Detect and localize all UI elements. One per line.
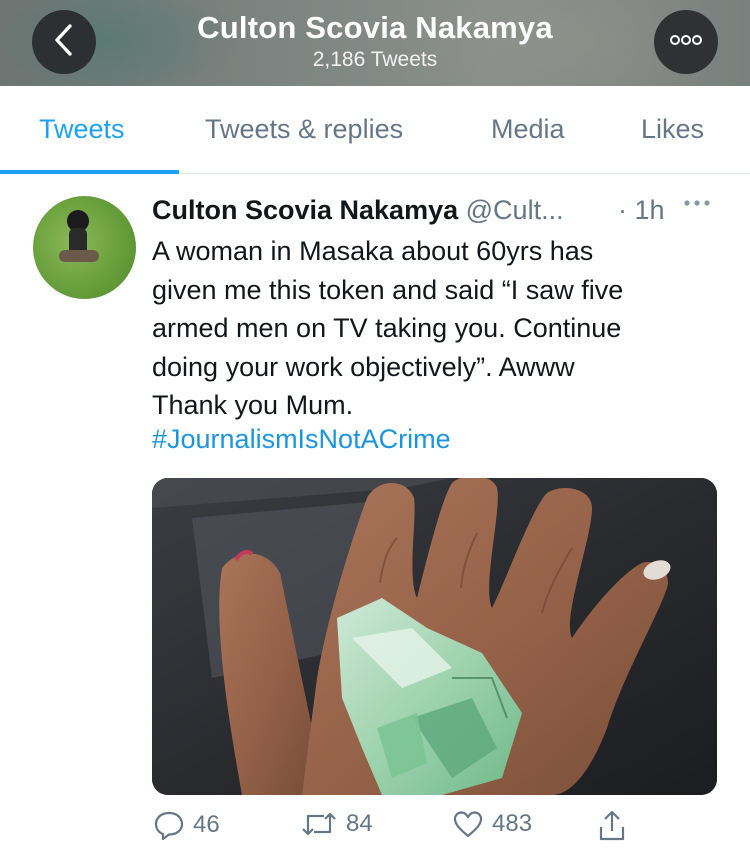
tweet-text: A woman in Masaka about 60yrs has given … xyxy=(152,232,732,425)
photo-image xyxy=(152,478,717,795)
tab-tweets[interactable]: Tweets xyxy=(39,114,125,145)
tweet-text-line: A woman in Masaka about 60yrs has xyxy=(152,236,594,266)
reply-icon xyxy=(153,810,185,840)
share-icon xyxy=(597,810,627,842)
hashtag-link[interactable]: #JournalismIsNotACrime xyxy=(152,424,451,455)
profile-tabs: Tweets Tweets & replies Media Likes xyxy=(0,86,750,174)
like-count: 483 xyxy=(492,810,533,837)
retweet-count: 84 xyxy=(346,810,373,837)
tweet-menu-button[interactable] xyxy=(682,192,712,220)
tweet-author[interactable]: Culton Scovia Nakamya @Cult... xyxy=(152,195,564,229)
tab-tweets-and-replies[interactable]: Tweets & replies xyxy=(205,114,403,145)
reply-button[interactable]: 46 xyxy=(153,810,220,840)
tweet-timestamp: · 1h xyxy=(618,195,665,225)
reply-count: 46 xyxy=(193,811,220,838)
profile-header: Culton Scovia Nakamya 2,186 Tweets xyxy=(0,0,750,86)
tweet-text-line: Thank you Mum. xyxy=(152,390,354,420)
tweet-text-line: armed men on TV taking you. Continue xyxy=(152,313,622,343)
tweet-text-line: doing your work objectively”. Awww xyxy=(152,351,575,382)
tweet-actions: 46 84 483 xyxy=(0,810,750,850)
more-options-button[interactable] xyxy=(654,10,718,74)
more-icon xyxy=(669,33,703,51)
tab-likes[interactable]: Likes xyxy=(641,114,704,145)
author-name: Culton Scovia Nakamya xyxy=(152,195,459,225)
active-tab-indicator xyxy=(0,170,179,174)
profile-name-title: Culton Scovia Nakamya xyxy=(197,10,553,45)
tweet-photo[interactable] xyxy=(152,478,717,795)
tweet-text-line: given me this token and said “I saw five xyxy=(152,274,624,305)
avatar-figure xyxy=(59,250,99,262)
author-handle: @Cult... xyxy=(465,195,564,225)
share-button[interactable] xyxy=(597,810,627,842)
retweet-icon xyxy=(300,810,338,838)
more-icon xyxy=(682,192,712,219)
tweet-count: 2,186 Tweets xyxy=(312,48,438,71)
retweet-button[interactable]: 84 xyxy=(300,810,373,838)
heart-icon xyxy=(452,810,484,838)
like-button[interactable]: 483 xyxy=(452,810,532,838)
tab-media[interactable]: Media xyxy=(491,114,565,145)
avatar[interactable] xyxy=(33,196,136,299)
